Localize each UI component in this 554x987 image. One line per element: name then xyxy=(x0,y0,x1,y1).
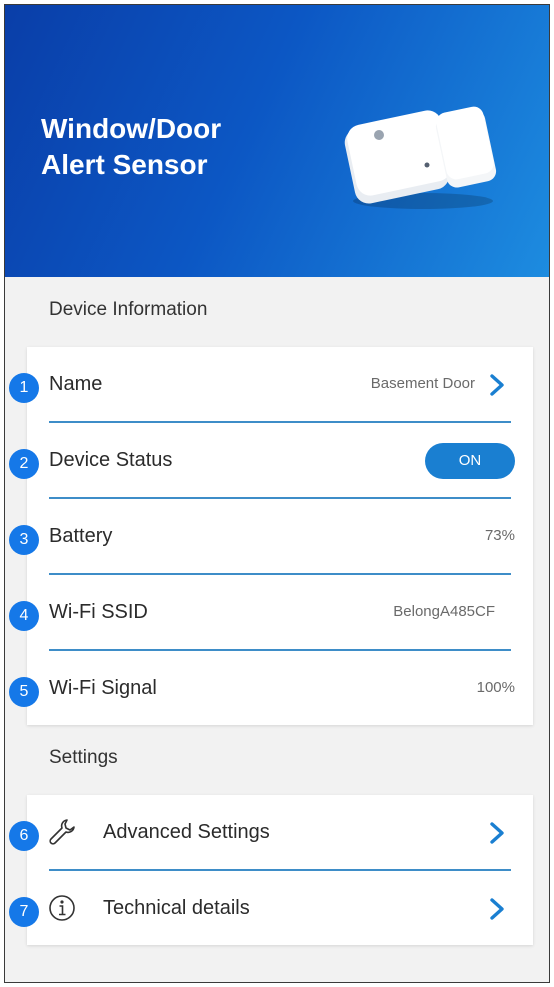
header-banner: Window/Door Alert Sensor xyxy=(5,5,549,277)
chevron-right-icon[interactable] xyxy=(487,897,507,921)
battery-row: Battery 73% xyxy=(27,499,533,575)
settings-heading: Settings xyxy=(49,747,118,768)
wrench-icon xyxy=(49,819,75,845)
callout-badge-2: 2 xyxy=(9,449,39,479)
sensor-product-image xyxy=(344,106,497,209)
wifi-signal-value: 100% xyxy=(476,679,515,696)
callout-badge-7: 7 xyxy=(9,897,39,927)
device-status-row: Device Status ON xyxy=(27,423,533,499)
device-status-label: Device Status xyxy=(49,449,173,471)
settings-card: Advanced Settings Technical details xyxy=(27,795,533,945)
callout-badge-5: 5 xyxy=(9,677,39,707)
technical-details-label: Technical details xyxy=(103,897,250,919)
callout-badge-6: 6 xyxy=(9,821,39,851)
name-value: Basement Door xyxy=(370,375,475,392)
device-information-heading: Device Information xyxy=(49,299,208,320)
callout-badge-3: 3 xyxy=(9,525,39,555)
device-information-card: Name Basement Door Device Status ON Batt… xyxy=(27,347,533,725)
chevron-right-icon[interactable] xyxy=(487,821,507,845)
device-status-toggle[interactable]: ON xyxy=(425,443,515,479)
callout-badge-1: 1 xyxy=(9,373,39,403)
wifi-signal-label: Wi-Fi Signal xyxy=(49,677,157,699)
technical-details-row[interactable]: Technical details xyxy=(27,871,533,947)
wifi-ssid-label: Wi-Fi SSID xyxy=(49,601,148,623)
battery-value: 73% xyxy=(484,527,515,544)
name-row[interactable]: Name Basement Door xyxy=(27,347,533,423)
wifi-ssid-value: BelongA485CF xyxy=(393,603,495,620)
callout-badge-4: 4 xyxy=(9,601,39,631)
name-label: Name xyxy=(49,373,103,395)
battery-label: Battery xyxy=(49,525,113,547)
app-screen: Window/Door Alert Sensor Device Informat… xyxy=(4,4,550,983)
wifi-ssid-row: Wi-Fi SSID BelongA485CF xyxy=(27,575,533,651)
advanced-settings-row[interactable]: Advanced Settings xyxy=(27,795,533,871)
wifi-signal-row: Wi-Fi Signal 100% xyxy=(27,651,533,727)
info-icon xyxy=(49,895,75,921)
advanced-settings-label: Advanced Settings xyxy=(103,821,270,843)
page-title: Window/Door Alert Sensor xyxy=(41,113,222,180)
chevron-right-icon[interactable] xyxy=(487,373,507,397)
